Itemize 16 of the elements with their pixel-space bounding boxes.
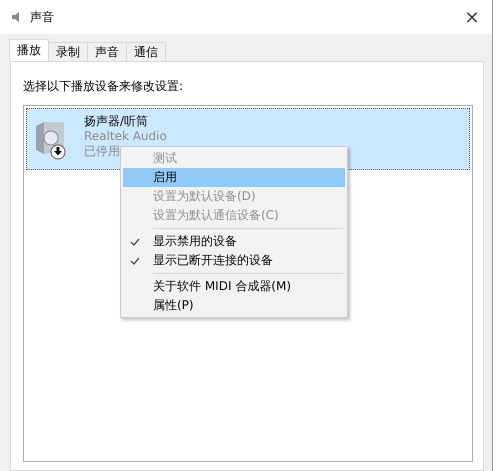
tab[interactable]: 播放 [9,39,49,61]
instruction-text: 选择以下播放设备来修改设置: [23,78,184,95]
close-button[interactable]: × [452,2,492,32]
tab[interactable]: 通信 [126,42,166,61]
menu-item[interactable]: 关于软件 MIDI 合成器(M) [123,277,345,296]
device-name: 扬声器/听筒 [84,114,148,129]
menu-item[interactable]: 显示禁用的设备 [123,232,345,251]
device-status: 已停用 [84,144,120,159]
menu-item[interactable]: 属性(P) [123,296,345,315]
menu-item[interactable]: 启用 [123,168,345,187]
menu-item[interactable]: 显示已断开连接的设备 [123,251,345,270]
checkmark-icon [130,238,140,246]
window-title: 声音 [30,8,54,26]
checkmark-icon [130,256,140,264]
device-driver: Realtek Audio [84,129,167,144]
tab[interactable]: 录制 [48,42,88,61]
